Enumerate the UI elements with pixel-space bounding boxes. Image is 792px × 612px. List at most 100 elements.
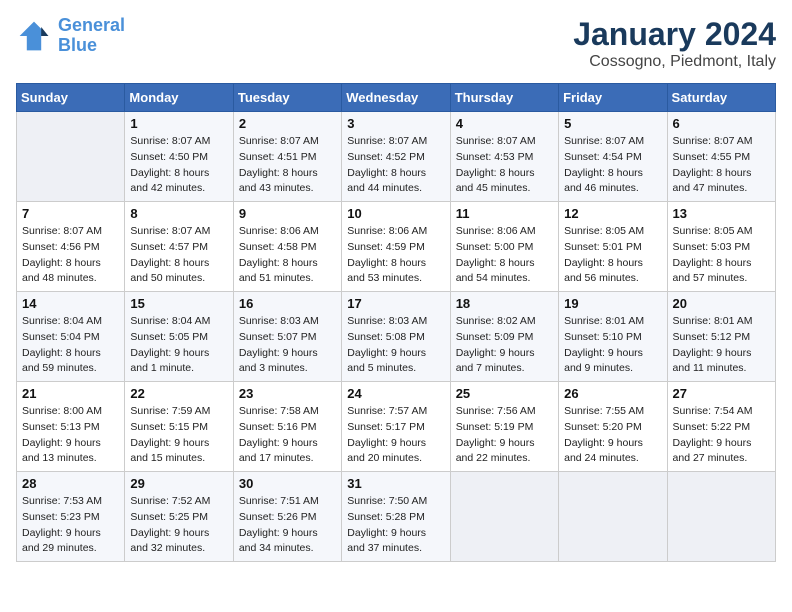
day-cell	[17, 112, 125, 202]
day-cell: 3Sunrise: 8:07 AMSunset: 4:52 PMDaylight…	[342, 112, 450, 202]
day-info: Sunrise: 7:54 AMSunset: 5:22 PMDaylight:…	[673, 404, 770, 467]
day-number: 4	[456, 116, 553, 131]
day-info: Sunrise: 8:06 AMSunset: 4:59 PMDaylight:…	[347, 224, 444, 287]
week-row-2: 7 Sunrise: 8:07 AMSunset: 4:56 PMDaylight…	[17, 202, 776, 292]
day-number: 3	[347, 116, 444, 131]
day-number: 28	[22, 476, 119, 491]
header-cell-monday: Monday	[125, 84, 233, 112]
week-row-4: 21 Sunrise: 8:00 AMSunset: 5:13 PMDayligh…	[17, 382, 776, 472]
header-cell-sunday: Sunday	[17, 84, 125, 112]
day-cell: 5 Sunrise: 8:07 AMSunset: 4:54 PMDaylight…	[559, 112, 667, 202]
day-info: Sunrise: 8:03 AMSunset: 5:07 PMDaylight:…	[239, 314, 336, 377]
day-number: 9	[239, 206, 336, 221]
day-number: 31	[347, 476, 444, 491]
day-cell	[450, 472, 558, 562]
day-number: 23	[239, 386, 336, 401]
logo-text: General Blue	[58, 16, 125, 56]
week-row-1: 1Sunrise: 8:07 AMSunset: 4:50 PMDaylight…	[17, 112, 776, 202]
day-number: 7	[22, 206, 119, 221]
day-number: 15	[130, 296, 227, 311]
day-cell: 18 Sunrise: 8:02 AMSunset: 5:09 PMDayligh…	[450, 292, 558, 382]
header-cell-thursday: Thursday	[450, 84, 558, 112]
day-cell: 10Sunrise: 8:06 AMSunset: 4:59 PMDayligh…	[342, 202, 450, 292]
day-info: Sunrise: 8:02 AMSunset: 5:09 PMDaylight:…	[456, 314, 553, 377]
day-number: 12	[564, 206, 661, 221]
day-number: 18	[456, 296, 553, 311]
day-cell: 17Sunrise: 8:03 AMSunset: 5:08 PMDayligh…	[342, 292, 450, 382]
day-info: Sunrise: 8:05 AMSunset: 5:03 PMDaylight:…	[673, 224, 770, 287]
day-info: Sunrise: 7:51 AMSunset: 5:26 PMDaylight:…	[239, 494, 336, 557]
day-number: 6	[673, 116, 770, 131]
day-cell: 20 Sunrise: 8:01 AMSunset: 5:12 PMDayligh…	[667, 292, 775, 382]
day-cell: 6 Sunrise: 8:07 AMSunset: 4:55 PMDaylight…	[667, 112, 775, 202]
day-cell: 26Sunrise: 7:55 AMSunset: 5:20 PMDayligh…	[559, 382, 667, 472]
day-cell: 14 Sunrise: 8:04 AMSunset: 5:04 PMDayligh…	[17, 292, 125, 382]
day-cell	[667, 472, 775, 562]
day-info: Sunrise: 8:07 AMSunset: 4:56 PMDaylight:…	[22, 224, 119, 287]
day-cell: 11 Sunrise: 8:06 AMSunset: 5:00 PMDayligh…	[450, 202, 558, 292]
day-cell: 2Sunrise: 8:07 AMSunset: 4:51 PMDaylight…	[233, 112, 341, 202]
day-info: Sunrise: 8:00 AMSunset: 5:13 PMDaylight:…	[22, 404, 119, 467]
day-info: Sunrise: 8:01 AMSunset: 5:12 PMDaylight:…	[673, 314, 770, 377]
day-cell: 9Sunrise: 8:06 AMSunset: 4:58 PMDaylight…	[233, 202, 341, 292]
day-info: Sunrise: 8:04 AMSunset: 5:05 PMDaylight:…	[130, 314, 227, 377]
day-number: 5	[564, 116, 661, 131]
page-header: General Blue January 2024 Cossogno, Pied…	[16, 16, 776, 71]
day-info: Sunrise: 8:07 AMSunset: 4:57 PMDaylight:…	[130, 224, 227, 287]
week-row-3: 14 Sunrise: 8:04 AMSunset: 5:04 PMDayligh…	[17, 292, 776, 382]
day-number: 27	[673, 386, 770, 401]
day-cell: 24Sunrise: 7:57 AMSunset: 5:17 PMDayligh…	[342, 382, 450, 472]
day-info: Sunrise: 7:55 AMSunset: 5:20 PMDaylight:…	[564, 404, 661, 467]
day-info: Sunrise: 8:04 AMSunset: 5:04 PMDaylight:…	[22, 314, 119, 377]
day-cell: 27 Sunrise: 7:54 AMSunset: 5:22 PMDayligh…	[667, 382, 775, 472]
day-number: 21	[22, 386, 119, 401]
logo-icon	[16, 18, 52, 54]
day-info: Sunrise: 7:59 AMSunset: 5:15 PMDaylight:…	[130, 404, 227, 467]
day-cell: 12 Sunrise: 8:05 AMSunset: 5:01 PMDayligh…	[559, 202, 667, 292]
day-info: Sunrise: 7:50 AMSunset: 5:28 PMDaylight:…	[347, 494, 444, 557]
day-number: 11	[456, 206, 553, 221]
day-info: Sunrise: 8:06 AMSunset: 5:00 PMDaylight:…	[456, 224, 553, 287]
calendar-table: SundayMondayTuesdayWednesdayThursdayFrid…	[16, 83, 776, 562]
main-title: January 2024	[573, 16, 776, 53]
day-cell	[559, 472, 667, 562]
day-info: Sunrise: 7:53 AMSunset: 5:23 PMDaylight:…	[22, 494, 119, 557]
day-cell: 30 Sunrise: 7:51 AMSunset: 5:26 PMDayligh…	[233, 472, 341, 562]
header-cell-saturday: Saturday	[667, 84, 775, 112]
header-cell-tuesday: Tuesday	[233, 84, 341, 112]
day-cell: 19 Sunrise: 8:01 AMSunset: 5:10 PMDayligh…	[559, 292, 667, 382]
day-number: 1	[130, 116, 227, 131]
day-cell: 13 Sunrise: 8:05 AMSunset: 5:03 PMDayligh…	[667, 202, 775, 292]
day-info: Sunrise: 8:01 AMSunset: 5:10 PMDaylight:…	[564, 314, 661, 377]
day-number: 14	[22, 296, 119, 311]
day-cell: 8 Sunrise: 8:07 AMSunset: 4:57 PMDaylight…	[125, 202, 233, 292]
logo: General Blue	[16, 16, 125, 56]
day-number: 25	[456, 386, 553, 401]
day-info: Sunrise: 8:07 AMSunset: 4:51 PMDaylight:…	[239, 134, 336, 197]
header-row: SundayMondayTuesdayWednesdayThursdayFrid…	[17, 84, 776, 112]
day-cell: 21 Sunrise: 8:00 AMSunset: 5:13 PMDayligh…	[17, 382, 125, 472]
day-info: Sunrise: 8:05 AMSunset: 5:01 PMDaylight:…	[564, 224, 661, 287]
day-cell: 29 Sunrise: 7:52 AMSunset: 5:25 PMDayligh…	[125, 472, 233, 562]
day-info: Sunrise: 7:52 AMSunset: 5:25 PMDaylight:…	[130, 494, 227, 557]
day-cell: 1Sunrise: 8:07 AMSunset: 4:50 PMDaylight…	[125, 112, 233, 202]
day-number: 13	[673, 206, 770, 221]
week-row-5: 28 Sunrise: 7:53 AMSunset: 5:23 PMDayligh…	[17, 472, 776, 562]
day-cell: 28 Sunrise: 7:53 AMSunset: 5:23 PMDayligh…	[17, 472, 125, 562]
day-cell: 25 Sunrise: 7:56 AMSunset: 5:19 PMDayligh…	[450, 382, 558, 472]
day-info: Sunrise: 7:57 AMSunset: 5:17 PMDaylight:…	[347, 404, 444, 467]
day-number: 19	[564, 296, 661, 311]
title-area: January 2024 Cossogno, Piedmont, Italy	[573, 16, 776, 71]
day-number: 8	[130, 206, 227, 221]
day-cell: 31 Sunrise: 7:50 AMSunset: 5:28 PMDayligh…	[342, 472, 450, 562]
day-cell: 15 Sunrise: 8:04 AMSunset: 5:05 PMDayligh…	[125, 292, 233, 382]
day-info: Sunrise: 8:07 AMSunset: 4:55 PMDaylight:…	[673, 134, 770, 197]
day-number: 17	[347, 296, 444, 311]
day-info: Sunrise: 7:56 AMSunset: 5:19 PMDaylight:…	[456, 404, 553, 467]
day-number: 29	[130, 476, 227, 491]
day-cell: 23Sunrise: 7:58 AMSunset: 5:16 PMDayligh…	[233, 382, 341, 472]
day-number: 30	[239, 476, 336, 491]
day-number: 16	[239, 296, 336, 311]
day-info: Sunrise: 8:07 AMSunset: 4:54 PMDaylight:…	[564, 134, 661, 197]
day-number: 20	[673, 296, 770, 311]
